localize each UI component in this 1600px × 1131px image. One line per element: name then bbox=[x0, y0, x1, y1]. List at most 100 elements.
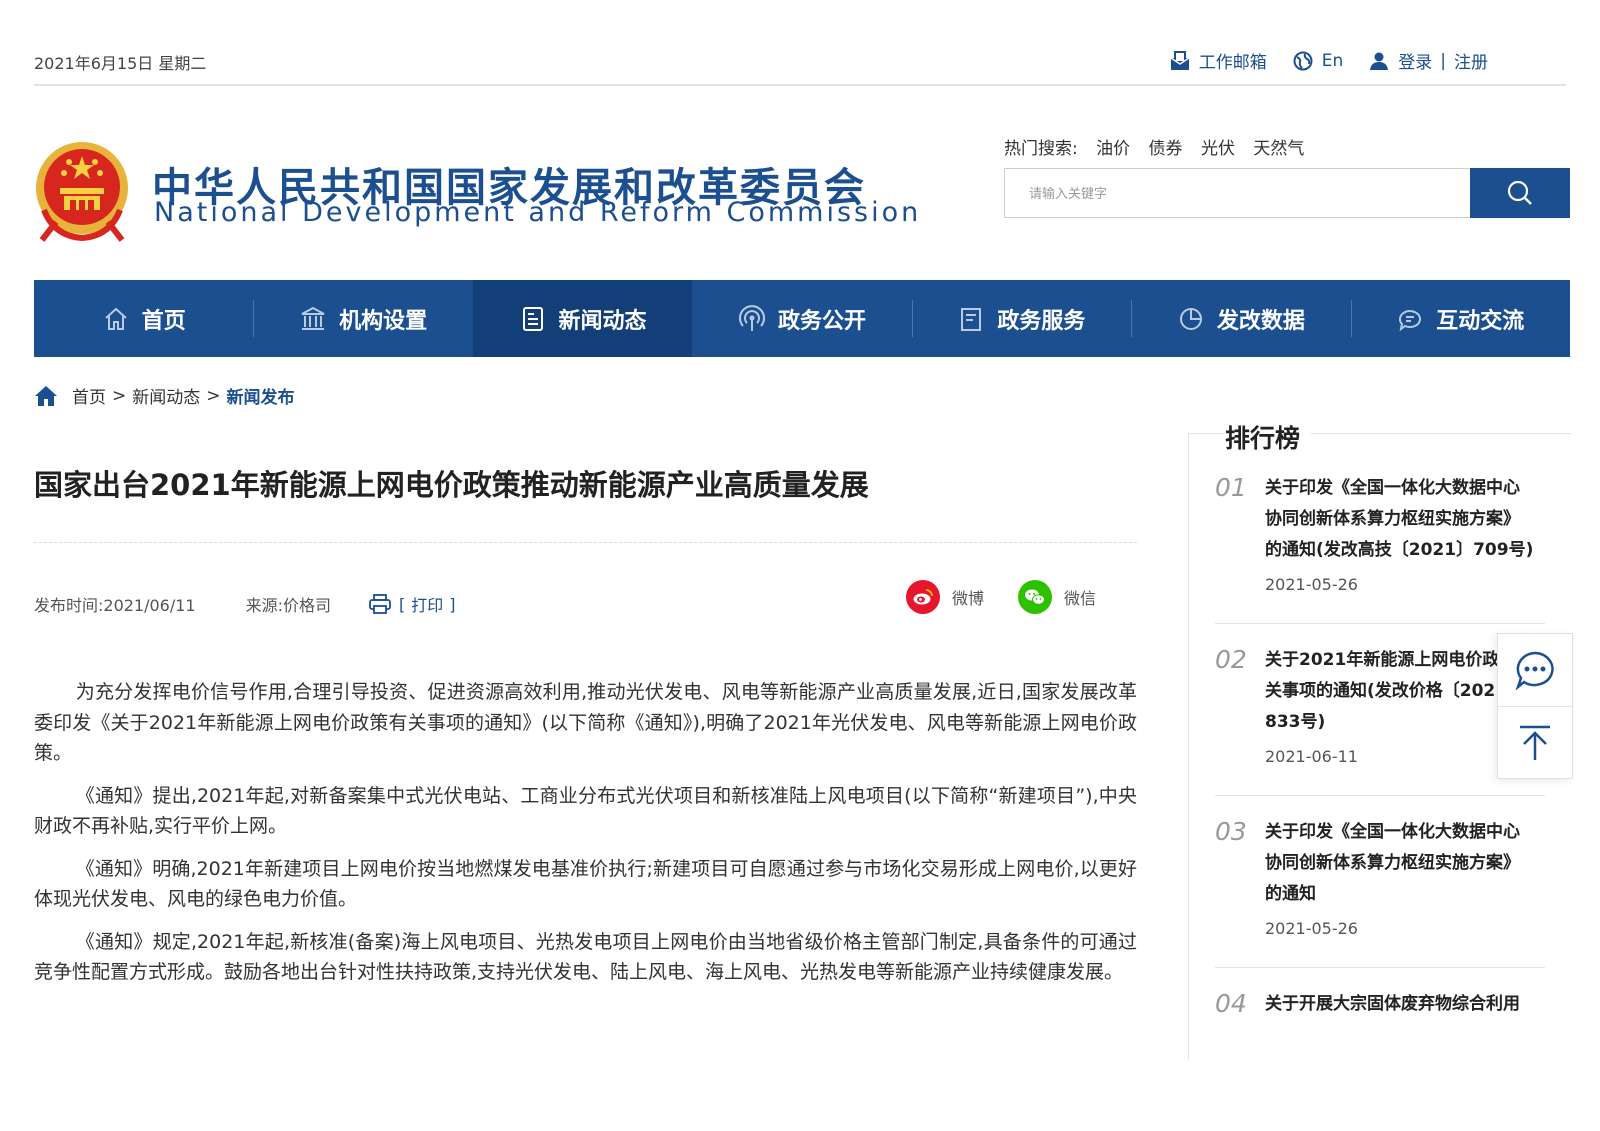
article-paragraph: 《通知》规定,2021年起,新核准(备案)海上风电项目、光热发电项目上网电价由当… bbox=[34, 930, 1137, 984]
print-label: 打印 bbox=[411, 596, 444, 615]
ranking-number: 01 bbox=[1215, 473, 1247, 502]
print-bracket: ] bbox=[449, 594, 456, 614]
hot-word[interactable]: 光伏 bbox=[1201, 139, 1235, 159]
top-links: 工作邮箱 En 登录 | 注册 bbox=[1144, 48, 1488, 73]
ranking-divider bbox=[1215, 795, 1545, 796]
top-bar: 2021年6月15日 星期二 工作邮箱 En 登录 | 注册 bbox=[34, 40, 1566, 86]
nav-home[interactable]: 首页 bbox=[34, 280, 253, 357]
title-divider bbox=[34, 542, 1137, 543]
institution-icon bbox=[301, 306, 325, 330]
weibo-icon bbox=[906, 580, 940, 614]
mailbox-icon bbox=[1170, 50, 1190, 70]
title-line: 关事项的通知(发改价格〔2021〕 bbox=[1265, 681, 1525, 701]
title-line: 833号) bbox=[1265, 712, 1326, 732]
title-line: 关于印发《全国一体化大数据中心 bbox=[1265, 822, 1520, 842]
hot-word[interactable]: 债券 bbox=[1149, 139, 1183, 159]
breadcrumb-news[interactable]: 新闻动态 bbox=[132, 383, 200, 408]
user-icon bbox=[1370, 52, 1389, 70]
ranking-date: 2021-06-11 bbox=[1265, 747, 1358, 766]
hot-word[interactable]: 油价 bbox=[1096, 139, 1130, 159]
login-divider: | bbox=[1440, 50, 1446, 71]
title-line: 关于2021年新能源上网电价政策有 bbox=[1265, 650, 1534, 670]
pie-chart-icon bbox=[1179, 307, 1202, 330]
home-icon bbox=[105, 307, 127, 330]
ranking-item-title[interactable]: 关于印发《全国一体化大数据中心 协同创新体系算力枢纽实施方案》 的通知 bbox=[1265, 817, 1535, 910]
article-paragraph: 《通知》提出,2021年起,对新备案集中式光伏电站、工商业分布式光伏项目和新核准… bbox=[34, 784, 1137, 838]
chat-bubble-icon bbox=[1515, 651, 1554, 690]
nav-interaction[interactable]: 互动交流 bbox=[1350, 280, 1570, 357]
ranking-date: 2021-05-26 bbox=[1265, 575, 1358, 594]
hot-word[interactable]: 天然气 bbox=[1253, 139, 1304, 159]
ranking-item-title[interactable]: 关于2021年新能源上网电价政策有 关事项的通知(发改价格〔2021〕 833号… bbox=[1265, 645, 1535, 738]
floating-toolbar bbox=[1497, 633, 1573, 779]
breadcrumb-home[interactable]: 首页 bbox=[72, 383, 106, 408]
ranking-item-title[interactable]: 关于印发《全国一体化大数据中心 协同创新体系算力枢纽实施方案》 的通知(发改高技… bbox=[1265, 473, 1535, 566]
ranking-title: 排行榜 bbox=[1225, 419, 1311, 455]
breadcrumb-separator: > bbox=[206, 385, 221, 406]
broadcast-icon bbox=[738, 304, 765, 331]
breadcrumb: 首页 > 新闻动态 > 新闻发布 bbox=[34, 383, 295, 408]
print-button[interactable]: [ 打印 ] bbox=[369, 592, 456, 616]
chat-icon bbox=[1399, 309, 1422, 331]
ranking-number: 03 bbox=[1215, 817, 1247, 846]
article-source: 来源:价格司 bbox=[245, 596, 332, 615]
site-title-en: National Development and Reform Commissi… bbox=[154, 197, 922, 228]
nav-institution[interactable]: 机构设置 bbox=[253, 280, 472, 357]
ranking-date: 2021-05-26 bbox=[1265, 919, 1358, 938]
user-links: 登录 | 注册 bbox=[1369, 48, 1488, 73]
work-mail-label: 工作邮箱 bbox=[1198, 53, 1267, 73]
nav-label: 政务公开 bbox=[777, 308, 866, 334]
nav-news[interactable]: 新闻动态 bbox=[472, 280, 693, 357]
document-icon bbox=[961, 307, 982, 331]
breadcrumb-separator: > bbox=[112, 385, 127, 406]
article-meta: 发布时间:2021/06/11 来源:价格司 [ 打印 ] bbox=[34, 592, 456, 616]
news-icon bbox=[522, 306, 543, 331]
feedback-button[interactable] bbox=[1498, 634, 1572, 706]
nav-label: 互动交流 bbox=[1436, 308, 1525, 334]
login-link[interactable]: 登录 bbox=[1398, 48, 1432, 73]
share-wechat[interactable]: 微信 bbox=[1018, 580, 1096, 614]
nav-label: 机构设置 bbox=[339, 308, 428, 334]
nav-label: 新闻动态 bbox=[558, 308, 647, 334]
nav-gov-service[interactable]: 政务服务 bbox=[911, 280, 1131, 357]
ranking-divider bbox=[1215, 967, 1545, 968]
breadcrumb-current[interactable]: 新闻发布 bbox=[227, 383, 295, 408]
nav-data[interactable]: 发改数据 bbox=[1131, 280, 1350, 357]
share-wechat-label: 微信 bbox=[1064, 589, 1097, 608]
article-body: 为充分发挥电价信号作用,合理引导投资、促进资源高效利用,推动光伏发电、风电等新能… bbox=[34, 677, 1137, 1000]
nav-label: 发改数据 bbox=[1216, 308, 1305, 334]
back-to-top-button[interactable] bbox=[1498, 706, 1572, 778]
work-mail-link[interactable]: 工作邮箱 bbox=[1170, 48, 1267, 73]
register-link[interactable]: 注册 bbox=[1454, 48, 1488, 73]
current-date: 2021年6月15日 星期二 bbox=[34, 54, 207, 73]
hot-search: 热门搜索: 油价 债券 光伏 天然气 bbox=[1004, 134, 1304, 159]
globe-icon bbox=[1293, 51, 1313, 70]
share-weibo[interactable]: 微博 bbox=[906, 580, 984, 614]
hot-search-label: 热门搜索: bbox=[1004, 139, 1078, 159]
title-line: 协同创新体系算力枢纽实施方案》 bbox=[1265, 853, 1520, 873]
print-bracket: [ bbox=[399, 594, 406, 614]
article-paragraph: 《通知》明确,2021年新建项目上网电价按当地燃煤发电基准价执行;新建项目可自愿… bbox=[34, 857, 1137, 911]
home-icon[interactable] bbox=[34, 385, 58, 407]
nav-label: 首页 bbox=[141, 308, 186, 334]
search-icon bbox=[1507, 180, 1532, 205]
printer-icon bbox=[369, 594, 391, 614]
ranking-number: 02 bbox=[1215, 645, 1247, 674]
search-input[interactable]: 请输入关键字 bbox=[1004, 168, 1472, 218]
title-line: 关于开展大宗固体废弃物综合利用 bbox=[1265, 994, 1520, 1014]
ranking-item-title[interactable]: 关于开展大宗固体废弃物综合利用 bbox=[1265, 989, 1535, 1020]
publish-time: 发布时间:2021/06/11 bbox=[34, 596, 196, 615]
title-line: 关于印发《全国一体化大数据中心 bbox=[1265, 478, 1520, 498]
ranking-divider bbox=[1215, 623, 1545, 624]
main-nav: 首页 机构设置 新闻动态 政务公开 政务服务 发改数据 互动交流 bbox=[34, 280, 1570, 357]
wechat-icon bbox=[1018, 580, 1052, 614]
ranking-number: 04 bbox=[1215, 989, 1247, 1018]
national-emblem-logo[interactable] bbox=[34, 140, 130, 242]
search-button[interactable] bbox=[1470, 168, 1570, 218]
title-line: 的通知(发改高技〔2021〕709号) bbox=[1265, 540, 1534, 560]
article-title: 国家出台2021年新能源上网电价政策推动新能源产业高质量发展 bbox=[34, 468, 869, 502]
language-label: En bbox=[1321, 50, 1344, 71]
nav-label: 政务服务 bbox=[997, 308, 1086, 334]
language-switch[interactable]: En bbox=[1293, 50, 1344, 71]
nav-gov-affairs[interactable]: 政务公开 bbox=[692, 280, 911, 357]
